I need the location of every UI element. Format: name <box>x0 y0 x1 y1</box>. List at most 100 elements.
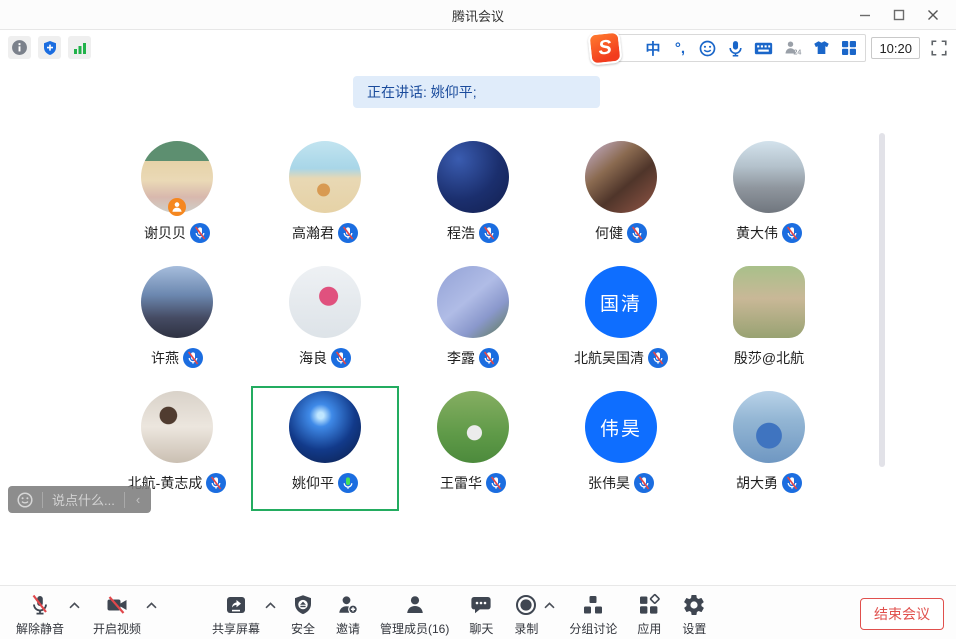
chinese-mode-icon[interactable]: 中 <box>645 38 661 58</box>
mic-speaking-badge <box>338 473 358 493</box>
shield-protect-button[interactable] <box>38 36 61 59</box>
divider <box>42 492 43 508</box>
chat-icon <box>468 592 494 618</box>
sogou-logo-icon[interactable]: S <box>587 30 622 65</box>
mic-muted-badge <box>782 223 802 243</box>
toolbar-item-security-shield[interactable]: 安全 <box>284 592 322 637</box>
maximize-button[interactable] <box>882 0 916 30</box>
participant-cell[interactable]: 何健 <box>547 136 695 261</box>
status-bar: S 中 °, 24 10:20 <box>0 31 956 65</box>
mic-muted-icon <box>627 223 647 243</box>
participant-avatar: 国清 <box>585 266 657 338</box>
participant-cell[interactable]: 殷莎@北航 <box>695 261 843 386</box>
mic-muted-icon <box>634 473 654 493</box>
chevron-up-icon[interactable] <box>145 601 158 610</box>
participant-avatar <box>733 141 805 213</box>
toolbox-grid-icon[interactable] <box>841 38 857 58</box>
participant-avatar <box>141 266 213 338</box>
toolbar-item-chat[interactable]: 聊天 <box>462 592 500 637</box>
invite-icon <box>335 592 361 618</box>
meeting-info-icon <box>11 39 28 56</box>
emoji-picker-button[interactable] <box>17 492 33 508</box>
participant-cell[interactable]: 高瀚君 <box>251 136 399 261</box>
scrollbar-thumb[interactable] <box>879 133 885 467</box>
participant-name: 许燕 <box>151 348 179 368</box>
mic-muted-icon <box>183 348 203 368</box>
participant-cell[interactable]: 许燕 <box>103 261 251 386</box>
participant-name: 谢贝贝 <box>144 223 186 243</box>
mic-muted-badge <box>183 348 203 368</box>
participant-cell[interactable]: 海良 <box>251 261 399 386</box>
mic-muted-badge <box>338 223 358 243</box>
participant-cell[interactable]: 姚仰平 <box>251 386 399 511</box>
participant-avatar <box>289 391 361 463</box>
title-bar: 腾讯会议 <box>0 0 956 30</box>
participant-avatar <box>141 141 213 213</box>
toolbar-item-camera-off[interactable]: 开启视频 <box>87 592 147 637</box>
window-title: 腾讯会议 <box>0 0 956 30</box>
participant-name: 高瀚君 <box>292 223 334 243</box>
skin-icon[interactable] <box>813 38 830 58</box>
chat-collapse-button[interactable]: ‹ <box>134 492 142 507</box>
record-icon <box>513 592 539 618</box>
voice-input-icon[interactable] <box>727 38 743 58</box>
toolbar-item-mic-off[interactable]: 解除静音 <box>10 592 70 637</box>
meeting-info-button[interactable] <box>8 36 31 59</box>
participant-cell[interactable]: 程浩 <box>399 136 547 261</box>
participant-cell[interactable]: 王雷华 <box>399 386 547 511</box>
mic-muted-badge <box>206 473 226 493</box>
participant-name: 王雷华 <box>440 473 482 493</box>
punctuation-icon[interactable]: °, <box>672 38 688 58</box>
chevron-up-icon[interactable] <box>264 601 277 610</box>
participant-name: 李露 <box>447 348 475 368</box>
mic-muted-icon <box>190 223 210 243</box>
participant-name: 程浩 <box>447 223 475 243</box>
participant-cell[interactable]: 胡大勇 <box>695 386 843 511</box>
mic-muted-icon <box>331 348 351 368</box>
apps-icon <box>636 592 662 618</box>
participant-avatar <box>585 141 657 213</box>
participant-grid: 谢贝贝 高瀚君 程浩 何健 黄大伟 许燕 <box>103 136 843 511</box>
toolbar-left-group: 解除静音 开启视频 <box>10 592 158 637</box>
mic-off-icon <box>27 592 53 618</box>
mic-muted-badge <box>479 223 499 243</box>
chat-input-placeholder[interactable]: 说点什么... <box>52 490 115 509</box>
toolbar-item-members[interactable]: 管理成员(16) <box>374 592 455 637</box>
participant-avatar <box>733 391 805 463</box>
participant-cell[interactable]: 伟昊 张伟昊 <box>547 386 695 511</box>
end-meeting-button[interactable]: 结束会议 <box>860 598 944 630</box>
maximize-icon <box>893 9 905 21</box>
participant-cell[interactable]: 国清 北航吴国清 <box>547 261 695 386</box>
toolbar-item-invite[interactable]: 邀请 <box>329 592 367 637</box>
security-shield-icon <box>290 592 316 618</box>
mic-muted-icon <box>338 223 358 243</box>
network-signal-button[interactable] <box>68 36 91 59</box>
participant-avatar <box>437 141 509 213</box>
share-screen-icon <box>223 592 249 618</box>
toolbar-item-record[interactable]: 录制 <box>507 592 545 637</box>
participant-cell[interactable]: 李露 <box>399 261 547 386</box>
toolbar-center-group: 共享屏幕 安全 邀请 管理成员(16) 聊天 录制 <box>206 592 713 637</box>
participant-cell[interactable]: 黄大伟 <box>695 136 843 261</box>
breakout-icon <box>580 592 606 618</box>
toolbar-item-apps[interactable]: 应用 <box>630 592 668 637</box>
keyboard-icon[interactable] <box>754 38 773 58</box>
network-signal-icon <box>72 40 88 56</box>
toolbar-item-share-screen[interactable]: 共享屏幕 <box>206 592 266 637</box>
speaking-banner: 正在讲话: 姚仰平; <box>353 76 600 108</box>
minimize-button[interactable] <box>848 0 882 30</box>
fullscreen-button[interactable] <box>929 38 949 58</box>
night-mode-24-icon[interactable]: 24 <box>784 38 802 58</box>
toolbar-item-breakout[interactable]: 分组讨论 <box>563 592 623 637</box>
chevron-up-icon[interactable] <box>68 601 81 610</box>
minimize-icon <box>859 9 871 21</box>
chevron-up-icon[interactable] <box>543 601 556 610</box>
emoji-icon[interactable] <box>699 38 716 58</box>
window-controls <box>848 0 950 30</box>
participant-cell[interactable]: 谢贝贝 <box>103 136 251 261</box>
close-button[interactable] <box>916 0 950 30</box>
ime-toolbar: S 中 °, 24 <box>614 34 866 62</box>
participant-name: 殷莎@北航 <box>734 348 804 368</box>
svg-text:24: 24 <box>794 50 802 57</box>
toolbar-item-settings[interactable]: 设置 <box>675 592 713 637</box>
